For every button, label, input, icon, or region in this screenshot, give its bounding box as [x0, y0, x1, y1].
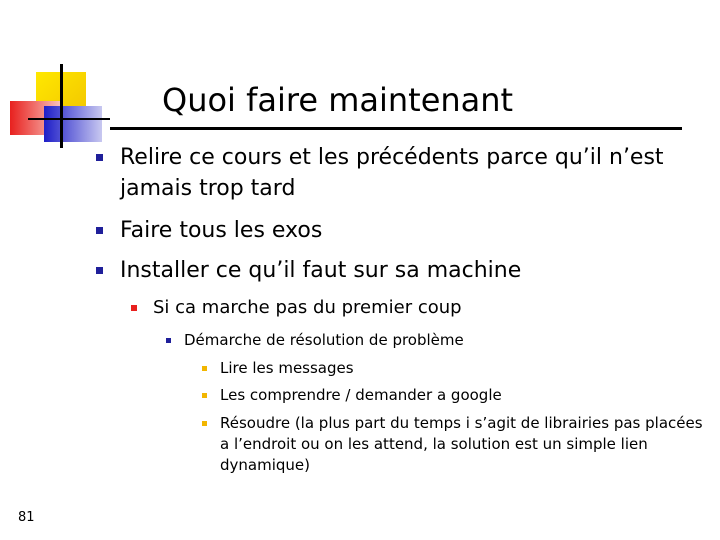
- square-bullet-icon: [202, 393, 207, 398]
- square-bullet-icon: [202, 421, 207, 426]
- page-number: 81: [18, 510, 35, 525]
- bullet-text: Résoudre (la plus part du temps i s’agit…: [220, 414, 703, 474]
- square-bullet-icon: [96, 154, 103, 161]
- bullet-text: Faire tous les exos: [120, 218, 323, 243]
- square-bullet-icon: [96, 267, 103, 274]
- square-bullet-icon: [166, 338, 171, 343]
- square-bullet-icon: [96, 227, 103, 234]
- slide-title: Quoi faire maintenant: [162, 81, 514, 119]
- title-underline: [110, 127, 682, 130]
- bullet-text: Lire les messages: [220, 359, 354, 377]
- slide-logo-squares: [10, 64, 110, 148]
- bullet-text: Démarche de résolution de problème: [184, 331, 464, 349]
- square-bullet-icon: [131, 305, 137, 311]
- bullet-text: Les comprendre / demander a google: [220, 386, 502, 404]
- bullet-text: Si ca marche pas du premier coup: [153, 297, 462, 318]
- bullet-text: Relire ce cours et les précédents parce …: [120, 145, 664, 201]
- square-bullet-icon: [202, 366, 207, 371]
- bullet-text: Installer ce qu’il faut sur sa machine: [120, 258, 522, 283]
